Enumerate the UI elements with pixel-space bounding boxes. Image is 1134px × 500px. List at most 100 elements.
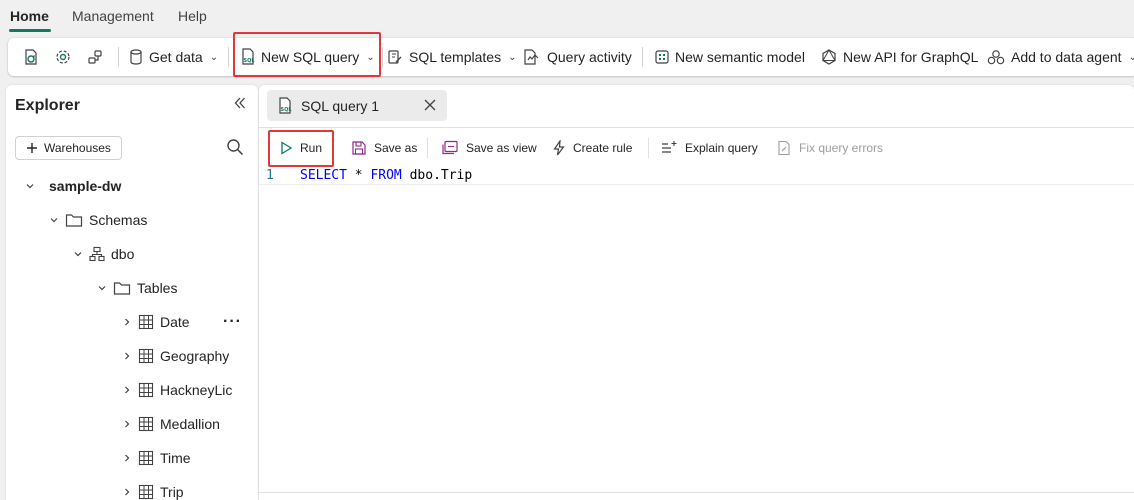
explorer-title: Explorer: [15, 97, 80, 114]
template-icon: [388, 50, 402, 64]
warehouses-button-label: Warehouses: [44, 141, 111, 155]
view-icon: [442, 140, 458, 155]
top-menu-bar: Home Management Help: [0, 0, 1134, 32]
create-rule-label: Create rule: [573, 141, 633, 155]
new-sql-query-button[interactable]: SQL New SQL query ⌄: [240, 38, 375, 76]
ribbon-toolbar: Get data ⌄ SQL New SQL query ⌄ SQL templ…: [8, 38, 1134, 76]
chevron-down-icon: [97, 283, 107, 293]
sql-file-icon: SQL: [279, 96, 293, 114]
get-data-button[interactable]: Get data ⌄: [128, 38, 218, 76]
data-agent-icon: [987, 50, 1005, 65]
tree-item-schemas[interactable]: Schemas: [49, 208, 147, 232]
tree-item-tables[interactable]: Tables: [97, 276, 177, 300]
keyword-from: FROM: [370, 168, 402, 183]
explain-query-label: Explain query: [685, 141, 758, 155]
close-icon[interactable]: [423, 98, 437, 115]
results-divider: [259, 492, 1134, 493]
run-button[interactable]: Run: [279, 135, 322, 161]
new-semantic-model-button[interactable]: New semantic model: [654, 38, 805, 76]
tree-item-label: Trip: [160, 484, 184, 500]
chevron-down-icon: ⌄: [209, 51, 219, 63]
tab-help[interactable]: Help: [178, 8, 207, 24]
sql-templates-label: SQL templates: [409, 49, 502, 65]
chevron-right-icon: [122, 453, 132, 463]
tree-item-table-medallion[interactable]: Medallion: [122, 412, 220, 436]
tree-item-table-trip[interactable]: Trip: [122, 480, 184, 500]
svg-text:SQL: SQL: [281, 107, 293, 113]
connection-button[interactable]: [86, 38, 104, 76]
play-icon: [281, 141, 293, 155]
ribbon-separator: [382, 47, 383, 67]
chevron-right-icon: [122, 385, 132, 395]
graphql-icon: [822, 48, 836, 65]
settings-button[interactable]: [54, 38, 72, 76]
chevron-down-icon: [73, 249, 83, 259]
sql-templates-button[interactable]: SQL templates ⌄: [386, 38, 516, 76]
ribbon-separator: [118, 47, 119, 67]
explorer-panel: Explorer Warehouses sample-dw Schemas db…: [6, 85, 258, 500]
plus-icon: [27, 143, 37, 153]
editor-tab-label: SQL query 1: [301, 97, 380, 114]
chevron-right-icon: [122, 419, 132, 429]
chevron-down-icon: ⌄: [366, 51, 375, 63]
tree-item-table-hackneylic[interactable]: HackneyLic: [122, 378, 232, 402]
code-text: SELECT * FROM dbo.Trip: [300, 168, 472, 183]
lightning-icon: [553, 140, 565, 156]
tree-item-warehouse[interactable]: sample-dw: [25, 174, 121, 198]
connection-icon: [88, 50, 102, 64]
tab-management[interactable]: Management: [72, 8, 154, 24]
fix-query-errors-label: Fix query errors: [799, 141, 884, 155]
more-options-icon[interactable]: ···: [223, 313, 242, 331]
schema-icon: [89, 246, 105, 262]
table-icon: [138, 382, 154, 398]
create-rule-button[interactable]: Create rule: [552, 135, 632, 161]
refresh-button[interactable]: [22, 38, 40, 76]
query-activity-label: Query activity: [547, 49, 632, 65]
folder-icon: [65, 214, 83, 227]
add-to-data-agent-button[interactable]: Add to data agent ⌄: [986, 38, 1134, 76]
database-icon: [130, 49, 142, 65]
tree-item-label: Medallion: [160, 416, 220, 432]
ribbon-separator: [642, 47, 643, 67]
tree-item-schema-dbo[interactable]: dbo: [73, 242, 134, 266]
refresh-document-icon: [25, 49, 37, 65]
editor-tab-sql-query-1[interactable]: SQL SQL query 1: [267, 90, 447, 121]
chevron-right-icon: [122, 487, 132, 497]
add-to-data-agent-label: Add to data agent: [1011, 49, 1122, 65]
chevron-down-icon: ⌄: [1128, 51, 1134, 63]
chevron-down-icon: ⌄: [508, 51, 517, 63]
svg-text:SQL: SQL: [244, 58, 256, 64]
new-api-graphql-button[interactable]: New API for GraphQL: [820, 38, 978, 76]
chevron-down-icon: [49, 215, 59, 225]
fix-document-icon: [778, 140, 790, 156]
query-activity-button[interactable]: Query activity: [522, 38, 632, 76]
collapse-panel-icon[interactable]: [232, 95, 248, 114]
table-icon: [138, 348, 154, 364]
tree-item-table-date[interactable]: Date: [122, 310, 190, 334]
toolbar-divider: [259, 127, 1134, 128]
code-table-ref: dbo.Trip: [401, 168, 473, 183]
save-as-view-button[interactable]: Save as view: [441, 135, 537, 161]
explain-query-button[interactable]: Explain query: [660, 135, 758, 161]
sql-code-editor[interactable]: 1 SELECT * FROM dbo.Trip: [259, 167, 1134, 492]
toolbar-separator: [648, 138, 649, 158]
search-icon[interactable]: [226, 138, 244, 159]
table-icon: [138, 484, 154, 500]
get-data-label: Get data: [149, 49, 203, 65]
add-warehouses-button[interactable]: Warehouses: [15, 136, 122, 160]
new-semantic-model-label: New semantic model: [675, 49, 805, 65]
save-as-button[interactable]: Save as: [351, 135, 417, 161]
tree-item-table-geography[interactable]: Geography: [122, 344, 229, 368]
sql-file-icon: SQL: [242, 48, 256, 65]
tree-item-table-time[interactable]: Time: [122, 446, 191, 470]
active-tab-indicator: [9, 29, 51, 32]
chevron-right-icon: [122, 351, 132, 361]
tab-home[interactable]: Home: [10, 8, 49, 24]
gear-icon: [56, 50, 70, 64]
fix-query-errors-button[interactable]: Fix query errors: [776, 135, 883, 161]
activity-icon: [524, 49, 539, 65]
tree-item-label: HackneyLic: [160, 382, 233, 398]
run-label: Run: [300, 141, 323, 155]
semantic-model-icon: [655, 50, 669, 64]
tree-item-label: dbo: [111, 246, 135, 262]
